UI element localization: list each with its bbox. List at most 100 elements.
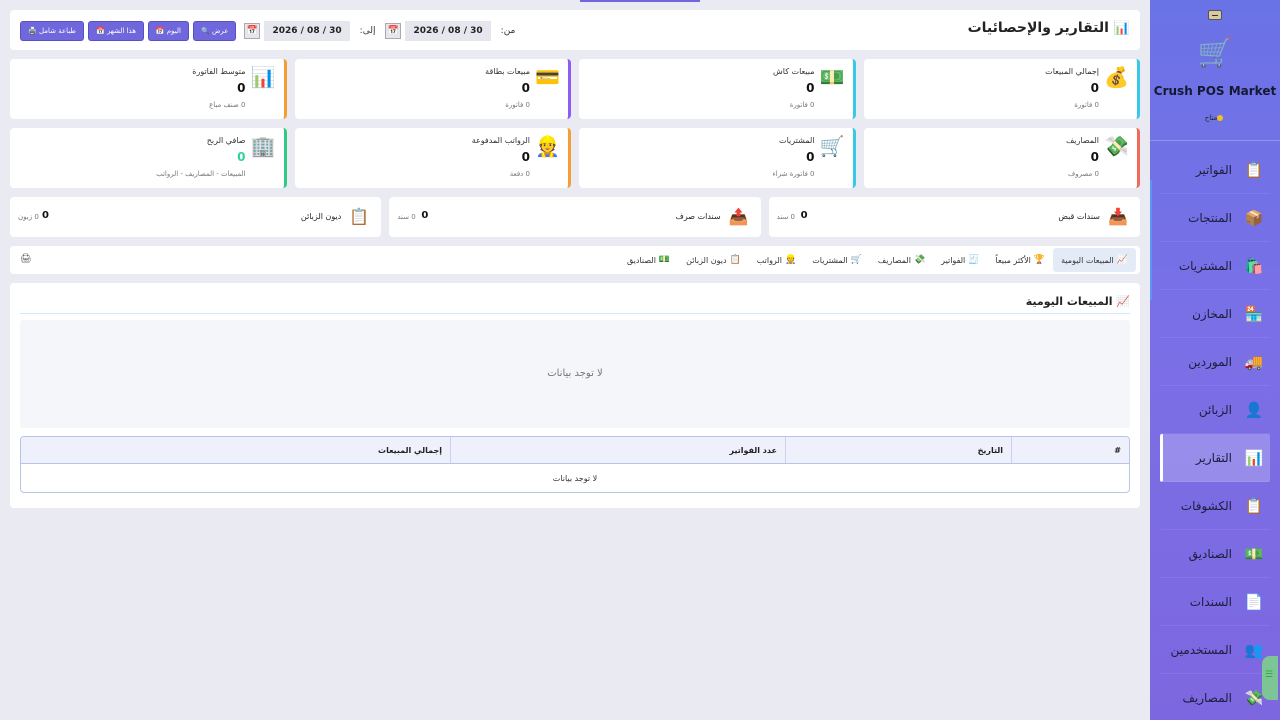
- money-icon: 💵: [1244, 544, 1264, 563]
- sidebar-item-label: التقارير: [1195, 450, 1232, 465]
- sidebar-item-suppliers[interactable]: 🚚 الموردين: [1160, 338, 1270, 386]
- chart-icon: 📊: [250, 65, 276, 89]
- stat-card-expenses: 💸 المصاريف 0 0 مصروف: [863, 128, 1140, 188]
- tab-purchases[interactable]: 🛒 المشتريات: [804, 248, 870, 272]
- tab-best-sellers[interactable]: 🏆 الأكثر مبيعاً: [988, 248, 1054, 272]
- sidebar-item-customers[interactable]: 👤 الزبائن: [1160, 386, 1270, 434]
- sidebar-toggle-button[interactable]: [1208, 10, 1222, 20]
- worker-icon: 👷: [785, 255, 797, 265]
- table-empty-row: لا توجد بيانات: [552, 473, 598, 483]
- cart-logo-icon: 🛒: [1197, 36, 1233, 69]
- sidebar-item-warehouses[interactable]: 🏪 المخازن: [1160, 290, 1270, 338]
- view-button[interactable]: 🔍 عرض: [192, 21, 237, 41]
- box-icon: 📦: [1244, 208, 1264, 227]
- small-stats-row: 📋 ديون الزبائن 0 0 زبون 📤 سندات صرف 0 0 …: [10, 197, 1140, 237]
- sidebar-item-invoices[interactable]: 📋 الفواتير: [1160, 146, 1270, 194]
- top-accent-bar: [580, 0, 700, 2]
- sidebar-item-purchases[interactable]: 🛍️ المشتريات: [1160, 242, 1270, 290]
- this-month-button[interactable]: 📅 هذا الشهر: [87, 21, 144, 41]
- document-icon: 📄: [1244, 592, 1264, 611]
- trend-chart-icon: 📈: [1116, 255, 1128, 265]
- sidebar: 🛒 Crush POS Market متاح 📋 الفواتير 📦 المنت…: [1150, 0, 1280, 720]
- column-header-invoice-count: عدد الفواتير: [450, 437, 785, 463]
- tab-salaries[interactable]: 👷 الرواتب: [749, 248, 804, 272]
- print-icon[interactable]: 🖨: [20, 254, 31, 264]
- money-wings-icon: 💸: [913, 255, 926, 265]
- sidebar-item-users[interactable]: 👥 المستخدمين: [1160, 626, 1270, 674]
- sidebar-item-expenses[interactable]: 💸 المصاريف: [1160, 674, 1270, 720]
- connection-status: متاح: [1150, 114, 1280, 122]
- stat-value: 0: [806, 150, 815, 164]
- stat-receipt-vouchers: 📥 سندات قبض 0 0 سند: [768, 197, 1140, 237]
- stat-value: 0: [237, 150, 246, 164]
- from-date-input[interactable]: 2026 / 08 / 30: [405, 21, 491, 41]
- stat-subtitle: 0 فاتورة شراء: [772, 170, 815, 178]
- tab-customer-debts[interactable]: 📋 ديون الزبائن: [678, 248, 749, 272]
- stat-subtitle: 0 مصروف: [1067, 170, 1099, 178]
- sidebar-item-label: المصاريف: [1182, 690, 1232, 705]
- stat-value: 0: [421, 210, 429, 221]
- bar-chart-icon: 📊: [1113, 21, 1130, 36]
- stat-subtitle: المبيعات - المصاريف - الرواتب: [156, 170, 246, 178]
- person-icon: 👤: [1244, 400, 1264, 419]
- stat-title: إجمالي المبيعات: [1045, 67, 1099, 76]
- stat-title: صافي الربح: [206, 136, 246, 145]
- column-header-date: التاريخ: [785, 437, 1011, 463]
- tab-cashboxes[interactable]: 💵 الصناديق: [619, 248, 678, 272]
- table-header: # التاريخ عدد الفواتير إجمالي المبيعات: [21, 437, 1129, 464]
- worker-icon: 👷: [535, 134, 560, 158]
- sidebar-scroll-handle[interactable]: [1262, 656, 1278, 700]
- stat-title: مبيعات بطاقة: [485, 67, 530, 76]
- stat-value: 0: [521, 81, 530, 95]
- report-title: 📈 المبيعات اليومية: [1025, 295, 1130, 308]
- status-dot-icon: [1217, 115, 1224, 121]
- sidebar-item-label: السندات: [1189, 594, 1232, 609]
- clipboard-icon: 📋: [1244, 160, 1264, 179]
- money-bag-icon: 💰: [1104, 65, 1129, 89]
- building-icon: 🏢: [250, 134, 276, 158]
- stat-card-card-sales: 💳 مبيعات بطاقة 0 0 فاتورة: [294, 59, 571, 119]
- sidebar-item-reports[interactable]: 📊 التقارير: [1160, 434, 1270, 482]
- tab-invoices[interactable]: 🧾 الفواتير: [933, 248, 987, 272]
- sales-table: # التاريخ عدد الفواتير إجمالي المبيعات ل…: [20, 436, 1130, 493]
- stat-card-purchases: 🛒 المشتريات 0 0 فاتورة شراء: [579, 128, 856, 188]
- calendar-icon[interactable]: 📅: [244, 23, 261, 39]
- tab-expenses[interactable]: 💸 المصاريف: [870, 248, 933, 272]
- calendar-icon[interactable]: 📅: [385, 23, 402, 39]
- today-button[interactable]: 📅 اليوم: [147, 21, 189, 41]
- users-icon: 👥: [1244, 640, 1264, 659]
- stat-value: 0: [237, 81, 246, 95]
- daily-sales-report: 📈 المبيعات اليومية لا توجد بيانات # التا…: [10, 283, 1140, 508]
- to-date-input[interactable]: 2026 / 08 / 30: [264, 21, 350, 41]
- stat-card-salaries: 👷 الرواتب المدفوعة 0 0 دفعة: [294, 128, 571, 188]
- stat-value: 0: [1090, 150, 1099, 164]
- money-wings-icon: 💸: [1244, 688, 1264, 707]
- stat-card-avg-invoice: 📊 متوسط الفاتورة 0 0 صنف مباع: [10, 59, 287, 119]
- print-all-button[interactable]: 🖨️ طباعة شامل: [20, 21, 84, 41]
- sidebar-item-cashboxes[interactable]: 💵 الصناديق: [1160, 530, 1270, 578]
- column-header-total-sales: إجمالي المبيعات: [378, 445, 442, 455]
- stat-title: سندات صرف: [675, 212, 721, 221]
- stat-subtitle: 0 صنف مباع: [209, 101, 246, 109]
- stat-title: المشتريات: [779, 136, 815, 145]
- stat-title: المصاريف: [1065, 136, 1099, 145]
- no-data-message: لا توجد بيانات: [547, 368, 603, 379]
- sidebar-item-products[interactable]: 📦 المنتجات: [1160, 194, 1270, 242]
- stat-title: سندات قبض: [1058, 212, 1100, 221]
- stats-row-1: 📊 متوسط الفاتورة 0 0 صنف مباع 💳 مبيعات ب…: [10, 59, 1140, 119]
- to-label: إلى:: [359, 26, 376, 36]
- sidebar-item-statements[interactable]: 📋 الكشوفات: [1160, 482, 1270, 530]
- clipboard-icon: 📋: [1244, 496, 1264, 515]
- stat-payment-vouchers: 📤 سندات صرف 0 0 سند: [389, 197, 761, 237]
- page-title-text: التقارير والإحصائيات: [967, 20, 1109, 36]
- outbox-icon: 📤: [728, 207, 749, 226]
- tab-label: الأكثر مبيعاً: [995, 255, 1031, 265]
- sidebar-item-vouchers[interactable]: 📄 السندات: [1160, 578, 1270, 626]
- shopping-bags-icon: 🛍️: [1244, 256, 1264, 275]
- tab-daily-sales[interactable]: 📈 المبيعات اليومية: [1053, 248, 1136, 272]
- stat-value: 0: [521, 150, 530, 164]
- page-title: 📊 التقارير والإحصائيات: [968, 20, 1130, 36]
- sidebar-item-label: الزبائن: [1198, 402, 1232, 417]
- stat-subtitle: 0 فاتورة: [789, 101, 815, 109]
- sidebar-item-label: المستخدمين: [1170, 642, 1232, 657]
